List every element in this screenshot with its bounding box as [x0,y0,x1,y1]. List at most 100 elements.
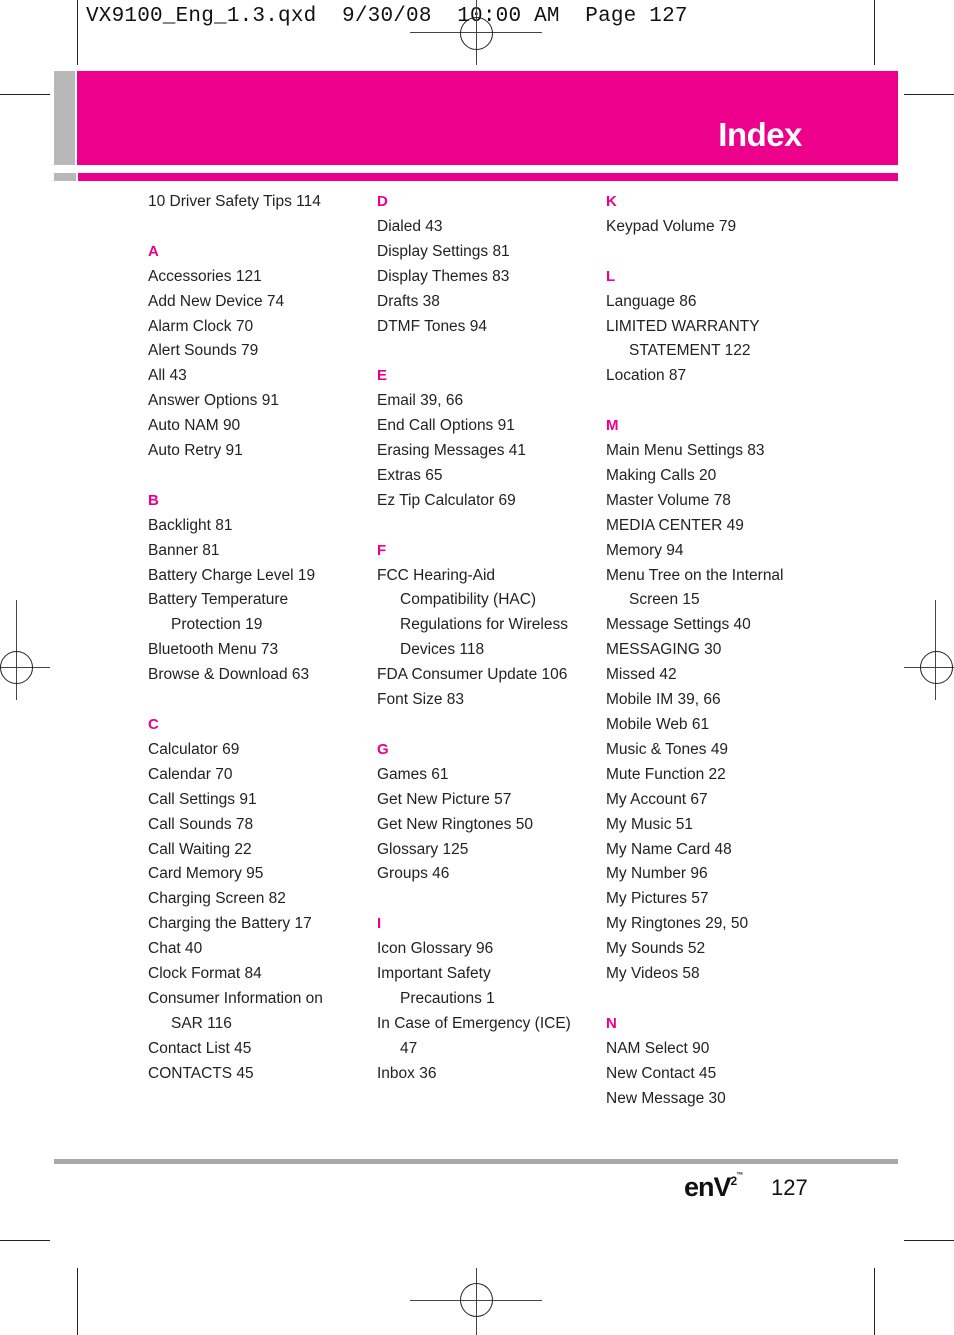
section-letter: E [377,367,388,385]
index-entry: NAM Select 90 [606,1039,710,1057]
index-entry: Calculator 69 [148,740,240,758]
section-letter: K [606,193,617,210]
index-entry: Games 61 [377,765,449,783]
index-entry: Auto NAM 90 [148,417,241,435]
index-entry: Extras 65 [377,466,443,484]
index-entry: MESSAGING 30 [606,641,722,659]
footer-rule [54,1159,898,1164]
index-entry-continuation: Protection 19 [171,616,263,634]
index-entry: Alarm Clock 70 [148,317,254,335]
index-entry: Contact List 45 [148,1039,252,1057]
registration-mark [460,17,493,50]
section-letter: G [377,740,389,758]
index-entry: Answer Options 91 [148,392,279,410]
index-entry: Mute Function 22 [606,765,726,783]
section-letter: C [148,715,159,733]
index-entry: Auto Retry 91 [148,442,243,460]
index-entry-continuation: Regulations for Wireless [400,616,568,634]
index-entry: Accessories 121 [148,267,262,285]
index-entry: Calendar 70 [148,765,233,783]
index-entry: Banner 81 [148,541,220,559]
crop-mark [874,0,875,65]
header-gray-tab [54,71,75,165]
index-entry: Memory 94 [606,541,684,559]
index-entry-continuation: STATEMENT 122 [629,342,751,360]
registration-mark [920,651,953,684]
index-entry: Main Menu Settings 83 [606,442,765,460]
section-letter: L [606,267,616,285]
header-gray-rule [54,173,76,181]
index-entry: Music & Tones 49 [606,740,729,758]
index-entry-continuation: Screen 15 [629,591,700,609]
section-letter: M [606,417,619,435]
index-entry: End Call Options 91 [377,417,515,435]
page-number: 127 [771,1175,808,1200]
index-entry: Dialed 43 [377,217,443,235]
index-entry: My Music 51 [606,815,693,833]
section-letter: N [606,1014,617,1032]
index-entry-continuation: Compatibility (HAC) [400,591,537,609]
index-entry: Drafts 38 [377,292,440,310]
index-entry: Language 86 [606,292,697,310]
index-column-2: D Dialed 43 Display Settings 81 Display The… [377,190,597,1087]
index-entry: My Number 96 [606,865,708,883]
header-magenta-rule [78,173,898,181]
index-entry: Get New Ringtones 50 [377,815,533,833]
index-entry: FDA Consumer Update 106 [377,666,568,684]
crop-mark [0,94,50,95]
index-entry: Menu Tree on the Internal [606,566,784,584]
index-entry: Missed 42 [606,666,677,684]
index-entry: CONTACTS 45 [148,1064,254,1082]
index-entry: My Account 67 [606,790,708,808]
index-entry: My Pictures 57 [606,890,709,908]
index-entry: Icon Glossary 96 [377,940,494,958]
index-entry: Call Waiting 22 [148,840,252,858]
crop-mark [874,1268,875,1335]
index-entry: MEDIA CENTER 49 [606,516,744,534]
index-entry: Font Size 83 [377,691,465,709]
index-entry: Display Themes 83 [377,267,510,285]
index-entry: Backlight 81 [148,516,233,534]
brand-logo: enV2™ [684,1172,743,1203]
index-entry: Card Memory 95 [148,865,264,883]
index-entry: All 43 [148,367,187,385]
index-entry: My Ringtones 29, 50 [606,915,749,933]
section-letter: I [377,915,382,933]
print-slug: VX9100_Eng_1.3.qxd 9/30/08 10:00 AM Page… [86,5,688,28]
section-letter: A [148,242,159,260]
index-entry: Chat 40 [148,940,203,958]
index-entry: FCC Hearing-Aid [377,566,496,584]
index-entry-continuation: 47 [400,1039,418,1057]
index-entry: Add New Device 74 [148,292,285,310]
index-entry: Battery Charge Level 19 [148,566,316,584]
crop-mark [904,1240,954,1241]
index-entry: In Case of Emergency (ICE) [377,1014,571,1032]
index-entry: Important Safety [377,965,491,983]
index-entry: Message Settings 40 [606,616,751,634]
index-entry: Keypad Volume 79 [606,217,737,235]
page-title: Index [718,116,802,153]
index-entry: LIMITED WARRANTY [606,317,760,335]
index-entry: Battery Temperature [148,591,289,609]
index-entry: Display Settings 81 [377,242,510,260]
crop-mark [77,1268,78,1335]
index-entry: My Name Card 48 [606,840,732,858]
registration-mark [0,651,33,684]
index-entry: Bluetooth Menu 73 [148,641,279,659]
index-entry: Alert Sounds 79 [148,342,259,360]
index-entry: Get New Picture 57 [377,790,512,808]
trademark-symbol: ™ [736,1172,743,1179]
index-entry: Mobile Web 61 [606,716,710,733]
index-entry: Master Volume 78 [606,491,731,509]
section-letter: D [377,193,388,210]
index-entry: Charging Screen 82 [148,890,286,908]
index-entry: Email 39, 66 [377,392,464,410]
registration-mark [935,600,936,700]
index-entry: Browse & Download 63 [148,666,310,684]
index-entry: My Videos 58 [606,965,700,983]
index-entry-continuation: SAR 116 [171,1014,232,1032]
index-entry: My Sounds 52 [606,940,706,958]
brand-name: enV [684,1172,732,1202]
index-entry: Erasing Messages 41 [377,442,527,460]
index-entry: Inbox 36 [377,1064,437,1082]
